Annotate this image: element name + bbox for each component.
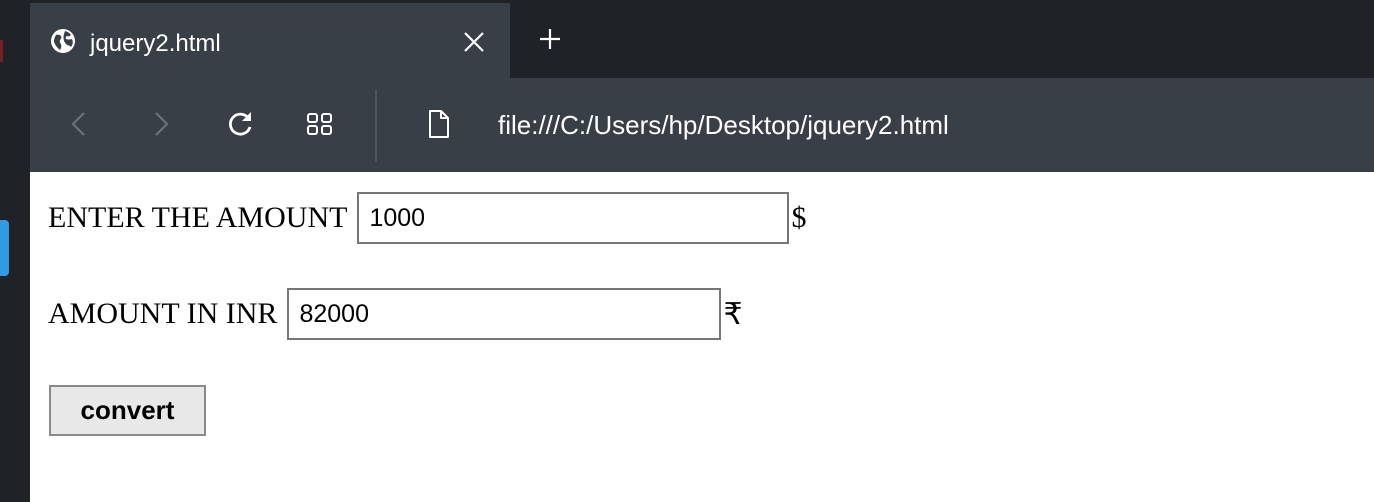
rupee-unit: ₹ (723, 297, 743, 331)
amount-input-value: 1000 (369, 203, 426, 232)
tab-bar: jquery2.html (30, 0, 1374, 78)
dollar-unit: $ (791, 201, 807, 234)
inr-label: AMOUNT IN INR (48, 297, 278, 330)
inr-input[interactable]: 82000 (287, 288, 722, 340)
inr-row: AMOUNT IN INR 82000 ₹ (48, 288, 743, 340)
reload-icon[interactable] (224, 108, 256, 140)
taskbar-red-accent (0, 40, 3, 62)
close-tab-icon[interactable] (462, 30, 486, 54)
amount-row: ENTER THE AMOUNT 1000 $ (48, 192, 806, 244)
inr-input-value: 82000 (299, 299, 369, 328)
new-tab-plus-icon[interactable] (538, 27, 562, 51)
navigation-toolbar: file:///C:/Users/hp/Desktop/jquery2.html (30, 78, 1374, 172)
desktop-left-strip (0, 0, 30, 502)
page-icon[interactable] (422, 108, 454, 140)
globe-icon (50, 28, 76, 54)
active-tab[interactable]: jquery2.html (30, 3, 510, 78)
forward-icon[interactable] (144, 108, 176, 140)
amount-label: ENTER THE AMOUNT (48, 201, 348, 234)
amount-input[interactable]: 1000 (357, 192, 790, 244)
address-bar-url[interactable]: file:///C:/Users/hp/Desktop/jquery2.html (498, 108, 949, 142)
back-icon[interactable] (64, 108, 96, 140)
tabs-grid-icon[interactable] (304, 108, 336, 140)
toolbar-separator (375, 90, 377, 162)
page-content: ENTER THE AMOUNT 1000 $ AMOUNT IN INR 82… (30, 172, 1374, 502)
taskbar-blue-indicator (0, 220, 9, 276)
convert-button[interactable]: convert (49, 385, 206, 436)
browser-chrome: jquery2.html file:///C:/Users/hp/Desktop… (30, 0, 1374, 172)
tab-title: jquery2.html (90, 30, 221, 57)
